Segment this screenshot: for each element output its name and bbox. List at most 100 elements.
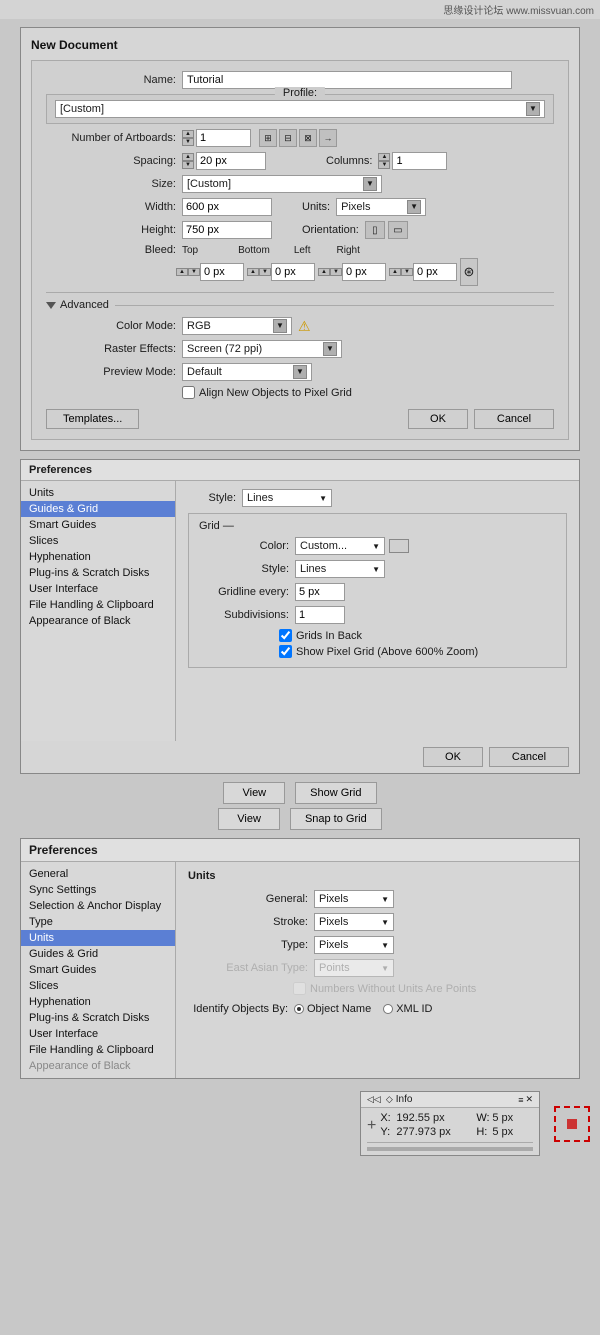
sidebar-item-type[interactable]: Type xyxy=(21,914,175,930)
ok-button[interactable]: OK xyxy=(408,409,468,429)
chain-link-btn[interactable]: ⊛ xyxy=(460,258,478,286)
raster-effects-arrow[interactable]: ▼ xyxy=(323,342,337,356)
grid-color-arrow[interactable]: ▼ xyxy=(372,542,380,551)
bleed-right-down[interactable]: ▼ xyxy=(401,268,413,276)
sidebar-item-ui-2[interactable]: User Interface xyxy=(21,1026,175,1042)
bleed-bottom-down[interactable]: ▼ xyxy=(259,268,271,276)
grid-color-select[interactable]: Custom... ▼ xyxy=(295,537,385,555)
bleed-top-input[interactable] xyxy=(200,263,244,281)
artboards-down[interactable]: ▼ xyxy=(182,138,194,146)
type-units-arrow[interactable]: ▼ xyxy=(381,941,389,950)
sidebar-item-slices-1[interactable]: Slices xyxy=(21,533,175,549)
portrait-btn[interactable]: ▯ xyxy=(365,221,385,239)
prefs-ok-button-1[interactable]: OK xyxy=(423,747,483,767)
info-close-icon[interactable]: ✕ xyxy=(525,1094,533,1105)
units-arrow[interactable]: ▼ xyxy=(407,200,421,214)
spacing-input[interactable] xyxy=(196,152,266,170)
artboards-input[interactable] xyxy=(196,129,251,147)
spacing-up[interactable]: ▲ xyxy=(182,153,194,161)
type-units-select[interactable]: Pixels ▼ xyxy=(314,936,394,954)
show-grid-btn[interactable]: Show Grid xyxy=(295,782,376,804)
templates-button[interactable]: Templates... xyxy=(46,409,139,429)
sidebar-item-smart-guides-1[interactable]: Smart Guides xyxy=(21,517,175,533)
grid-color-swatch[interactable] xyxy=(389,539,409,553)
bleed-bottom-up[interactable]: ▲ xyxy=(247,268,259,276)
color-mode-arrow[interactable]: ▼ xyxy=(273,319,287,333)
height-input[interactable] xyxy=(182,221,272,239)
sidebar-item-hyphenation-2[interactable]: Hyphenation xyxy=(21,994,175,1010)
info-menu-icon[interactable]: ≡ xyxy=(518,1095,523,1105)
gridline-input[interactable] xyxy=(295,583,345,601)
sidebar-item-selection[interactable]: Selection & Anchor Display xyxy=(21,898,175,914)
units-select[interactable]: Pixels ▼ xyxy=(336,198,426,216)
sidebar-item-file-handling-2[interactable]: File Handling & Clipboard xyxy=(21,1042,175,1058)
columns-up[interactable]: ▲ xyxy=(378,153,390,161)
bleed-top-up[interactable]: ▲ xyxy=(176,268,188,276)
sidebar-item-guides-grid-2[interactable]: Guides & Grid xyxy=(21,946,175,962)
grid-icon-btn[interactable]: ⊞ xyxy=(259,129,277,147)
prefs-cancel-button-1[interactable]: Cancel xyxy=(489,747,569,767)
landscape-btn[interactable]: ▭ xyxy=(388,221,408,239)
advanced-toggle[interactable] xyxy=(46,302,56,309)
bleed-bottom-input[interactable] xyxy=(271,263,315,281)
bleed-left-down[interactable]: ▼ xyxy=(330,268,342,276)
size-select[interactable]: [Custom] ▼ xyxy=(182,175,382,193)
bleed-left-input[interactable] xyxy=(342,263,386,281)
sidebar-item-units-1[interactable]: Units xyxy=(21,485,175,501)
width-input[interactable] xyxy=(182,198,272,216)
sidebar-item-slices-2[interactable]: Slices xyxy=(21,978,175,994)
columns-down[interactable]: ▼ xyxy=(378,161,390,169)
guide-style-select[interactable]: Lines ▼ xyxy=(242,489,332,507)
preview-mode-arrow[interactable]: ▼ xyxy=(293,365,307,379)
sidebar-item-file-handling-1[interactable]: File Handling & Clipboard xyxy=(21,597,175,613)
arrange-icon-btn[interactable]: ⊟ xyxy=(279,129,297,147)
artboards-up[interactable]: ▲ xyxy=(182,130,194,138)
profile-arrow[interactable]: ▼ xyxy=(526,102,540,116)
preview-mode-select[interactable]: Default ▼ xyxy=(182,363,312,381)
view-btn-1[interactable]: View xyxy=(223,782,285,804)
bleed-left-up[interactable]: ▲ xyxy=(318,268,330,276)
subdivisions-input[interactable] xyxy=(295,606,345,624)
bleed-right-up[interactable]: ▲ xyxy=(389,268,401,276)
grid-style-select[interactable]: Lines ▼ xyxy=(295,560,385,578)
xml-id-option[interactable]: XML ID xyxy=(383,1003,432,1015)
right-icon-btn[interactable]: → xyxy=(319,129,337,147)
view-btn-2[interactable]: View xyxy=(218,808,280,830)
sidebar-item-plugins-1[interactable]: Plug-ins & Scratch Disks xyxy=(21,565,175,581)
sidebar-item-ui-1[interactable]: User Interface xyxy=(21,581,175,597)
name-input[interactable] xyxy=(182,71,512,89)
sidebar-item-sync[interactable]: Sync Settings xyxy=(21,882,175,898)
bleed-right-input[interactable] xyxy=(413,263,457,281)
spacing-down[interactable]: ▼ xyxy=(182,161,194,169)
cancel-button[interactable]: Cancel xyxy=(474,409,554,429)
snap-to-grid-btn[interactable]: Snap to Grid xyxy=(290,808,382,830)
guide-style-arrow[interactable]: ▼ xyxy=(319,494,327,503)
stroke-units-arrow[interactable]: ▼ xyxy=(381,918,389,927)
stroke-units-select[interactable]: Pixels ▼ xyxy=(314,913,394,931)
xml-id-radio[interactable] xyxy=(383,1004,393,1014)
general-units-arrow[interactable]: ▼ xyxy=(381,895,389,904)
sidebar-item-plugins-2[interactable]: Plug-ins & Scratch Disks xyxy=(21,1010,175,1026)
columns-input[interactable] xyxy=(392,152,447,170)
sidebar-item-hyphenation-1[interactable]: Hyphenation xyxy=(21,549,175,565)
sidebar-item-guides-grid[interactable]: Guides & Grid xyxy=(21,501,175,517)
move-icon-btn[interactable]: ⊠ xyxy=(299,129,317,147)
show-pixel-grid-checkbox[interactable] xyxy=(279,645,292,658)
grids-in-back-checkbox[interactable] xyxy=(279,629,292,642)
object-name-radio[interactable] xyxy=(294,1004,304,1014)
color-mode-select[interactable]: RGB ▼ xyxy=(182,317,292,335)
profile-select[interactable]: [Custom] ▼ xyxy=(55,100,545,118)
sidebar-item-units-2[interactable]: Units xyxy=(21,930,175,946)
bleed-top-down[interactable]: ▼ xyxy=(188,268,200,276)
sidebar-item-general[interactable]: General xyxy=(21,866,175,882)
general-units-select[interactable]: Pixels ▼ xyxy=(314,890,394,908)
raster-effects-select[interactable]: Screen (72 ppi) ▼ xyxy=(182,340,342,358)
sidebar-item-appearance-1[interactable]: Appearance of Black xyxy=(21,613,175,629)
align-checkbox[interactable] xyxy=(182,386,195,399)
object-name-option[interactable]: Object Name xyxy=(294,1003,371,1015)
sidebar-item-smart-guides-2[interactable]: Smart Guides xyxy=(21,962,175,978)
info-expand-icon[interactable]: ◁◁ xyxy=(367,1094,381,1105)
size-arrow[interactable]: ▼ xyxy=(363,177,377,191)
grid-style-arrow[interactable]: ▼ xyxy=(372,565,380,574)
info-controls: ≡ ✕ xyxy=(518,1094,533,1105)
